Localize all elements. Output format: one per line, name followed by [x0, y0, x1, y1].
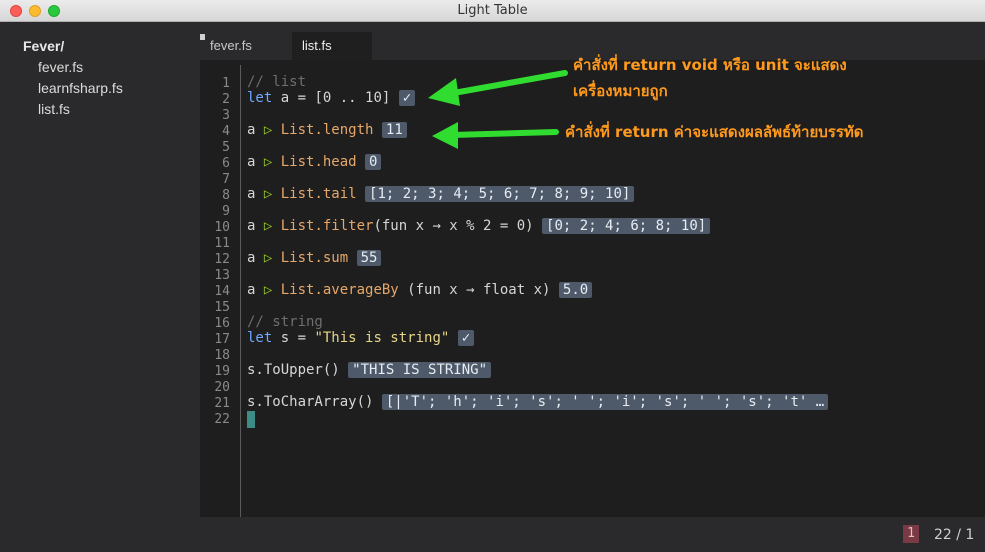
- arrow-to-line-2: [428, 70, 568, 106]
- arrow-shaft: [445, 70, 568, 97]
- annotation-arrows: [428, 70, 568, 149]
- arrow-shaft: [449, 129, 559, 138]
- arrow-head-icon: [428, 78, 460, 106]
- arrow-head-icon: [432, 122, 458, 149]
- arrow-to-line-4: [432, 122, 559, 149]
